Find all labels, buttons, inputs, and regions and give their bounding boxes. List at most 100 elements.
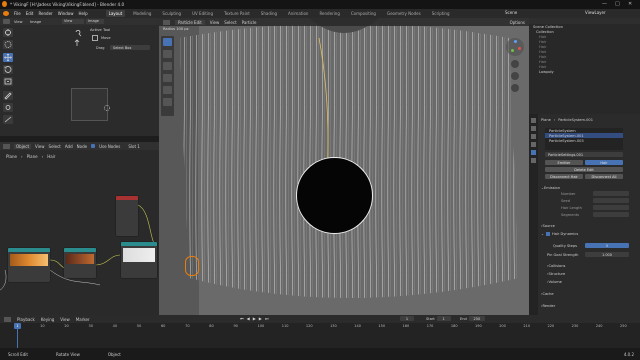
editor-type-icon[interactable] [3, 143, 10, 149]
play-icon[interactable]: ▶ [253, 316, 256, 321]
mode-dropdown[interactable]: Particle Edit [175, 19, 205, 25]
physics-tab-icon[interactable] [531, 158, 536, 163]
scene-tab-icon[interactable] [531, 142, 536, 147]
menu-edit[interactable]: Edit [26, 11, 34, 16]
volume-panel-header[interactable]: › Volume [547, 278, 562, 285]
cursor-tool-icon[interactable] [3, 28, 13, 37]
menu-file[interactable]: File [14, 11, 21, 16]
image-dropdown[interactable]: Image [86, 19, 104, 24]
move-tool-icon[interactable] [3, 53, 13, 62]
tab-scripting[interactable]: Scripting [429, 10, 453, 17]
scene-selector[interactable]: Scene [505, 10, 517, 15]
pan-hand-icon[interactable] [511, 72, 519, 80]
menu-view[interactable]: View [60, 317, 70, 322]
add-tool-icon[interactable] [163, 62, 172, 70]
scale-tool-icon[interactable] [3, 77, 13, 86]
navigation-gizmo[interactable] [506, 38, 524, 56]
hair-length-field[interactable] [593, 205, 629, 210]
editor-type-icon[interactable] [3, 19, 10, 24]
puff-tool-icon[interactable] [163, 86, 172, 94]
outliner[interactable]: Scene Collection Collection Hair Hair Ha… [529, 18, 640, 114]
select-circle-tool-icon[interactable] [3, 40, 13, 49]
tab-compositing[interactable]: Compositing [348, 10, 379, 17]
output-tab-icon[interactable] [531, 134, 536, 139]
minimize-button[interactable]: — [602, 1, 607, 7]
shader-node[interactable] [121, 242, 157, 278]
view-layer-selector[interactable]: ViewLayer [585, 10, 606, 15]
menu-select[interactable]: Select [224, 20, 236, 25]
tab-shading[interactable]: Shading [258, 10, 280, 17]
source-panel-header[interactable]: › Source [541, 222, 555, 229]
use-nodes-checkbox[interactable] [91, 144, 96, 148]
menu-playback[interactable]: Playback [17, 317, 35, 322]
3d-viewport[interactable] [159, 18, 529, 315]
menu-image[interactable]: Image [30, 20, 41, 24]
options-dropdown[interactable]: Options [510, 20, 525, 25]
menu-marker[interactable]: Marker [76, 317, 90, 322]
particle-settings-field[interactable]: ParticleSettings.001 [545, 152, 623, 157]
view-dropdown[interactable]: View [62, 19, 84, 24]
timeline-ruler[interactable]: 1102030405060708090100110120130140150160… [0, 323, 640, 330]
editor-type-icon[interactable] [4, 316, 11, 322]
zoom-icon[interactable] [511, 60, 519, 68]
editor-type-icon[interactable] [163, 19, 170, 25]
hair-button[interactable]: Hair [585, 160, 623, 165]
jump-start-icon[interactable]: ⏮ [240, 316, 244, 321]
jump-end-icon[interactable]: ⏭ [265, 316, 269, 321]
slot-dropdown[interactable]: Slot 1 [128, 144, 139, 149]
menu-node[interactable]: Node [77, 144, 87, 149]
menu-particle[interactable]: Particle [242, 20, 257, 25]
hair-dynamics-checkbox[interactable] [546, 231, 551, 236]
number-field[interactable] [593, 191, 629, 196]
disconnect-all-button[interactable]: Disconnect All [585, 174, 623, 179]
2d-cursor-icon[interactable] [103, 104, 111, 112]
rotate-tool-icon[interactable] [3, 65, 13, 74]
tab-layout[interactable]: Layout [105, 10, 126, 17]
annotate-tool-icon[interactable] [3, 91, 13, 100]
end-frame-field[interactable]: 250 [468, 316, 485, 321]
emission-panel-header[interactable]: ⌄ Emission [541, 184, 560, 191]
particles-tab-icon[interactable] [531, 150, 536, 155]
menu-select[interactable]: Select [49, 144, 61, 149]
current-frame-field[interactable]: 1 [400, 316, 414, 321]
shader-node[interactable] [64, 248, 96, 278]
maximize-button[interactable]: □ [615, 1, 620, 7]
menu-keying[interactable]: Keying [41, 317, 54, 322]
object-dropdown[interactable]: Object [14, 143, 32, 149]
menu-window[interactable]: Window [58, 11, 74, 16]
shader-node[interactable] [116, 196, 138, 236]
tab-sculpting[interactable]: Sculpting [159, 10, 184, 17]
render-panel-header[interactable]: › Render [541, 302, 555, 309]
menu-help[interactable]: Help [78, 11, 87, 16]
menu-view[interactable]: View [210, 20, 220, 25]
shader-node[interactable] [8, 248, 50, 282]
cut-tool-icon[interactable] [163, 98, 172, 106]
close-button[interactable]: ✕ [628, 1, 632, 7]
comb-tool-icon[interactable] [163, 38, 172, 46]
measure-tool-icon[interactable] [3, 115, 13, 124]
menu-add[interactable]: Add [65, 144, 73, 149]
quality-steps-field[interactable]: 5 [585, 243, 629, 248]
view-navigation-gizmo[interactable] [74, 29, 82, 57]
drag-select-dropdown[interactable]: Select Box [110, 45, 150, 50]
emitter-button[interactable]: Emitter [545, 160, 583, 165]
render-tab-icon[interactable] [531, 126, 536, 131]
outliner-item[interactable]: Lowpoly [529, 69, 640, 74]
properties-editor[interactable]: Plane › ParticleSystem.001 ParticleSystem … [529, 114, 640, 315]
disconnect-hair-button[interactable]: Disconnect Hair [545, 174, 583, 179]
menu-view[interactable]: View [14, 20, 23, 24]
smooth-tool-icon[interactable] [163, 50, 172, 58]
length-tool-icon[interactable] [163, 74, 172, 82]
start-frame-field[interactable]: 1 [436, 316, 451, 321]
tab-modeling[interactable]: Modeling [130, 10, 154, 17]
next-key-icon[interactable]: ▶ [259, 316, 262, 321]
cache-panel-header[interactable]: › Cache [541, 290, 554, 297]
structure-panel-header[interactable]: › Structure [547, 270, 565, 277]
menu-view[interactable]: View [35, 144, 45, 149]
hair-dynamics-panel-header[interactable]: ⌄ Hair Dynamics [541, 230, 578, 237]
menu-render[interactable]: Render [38, 11, 52, 16]
blender-menu-icon[interactable] [3, 11, 9, 16]
tab-animation[interactable]: Animation [285, 10, 311, 17]
tab-uv-editing[interactable]: UV Editing [189, 10, 216, 17]
tab-geometry-nodes[interactable]: Geometry Nodes [384, 10, 424, 17]
